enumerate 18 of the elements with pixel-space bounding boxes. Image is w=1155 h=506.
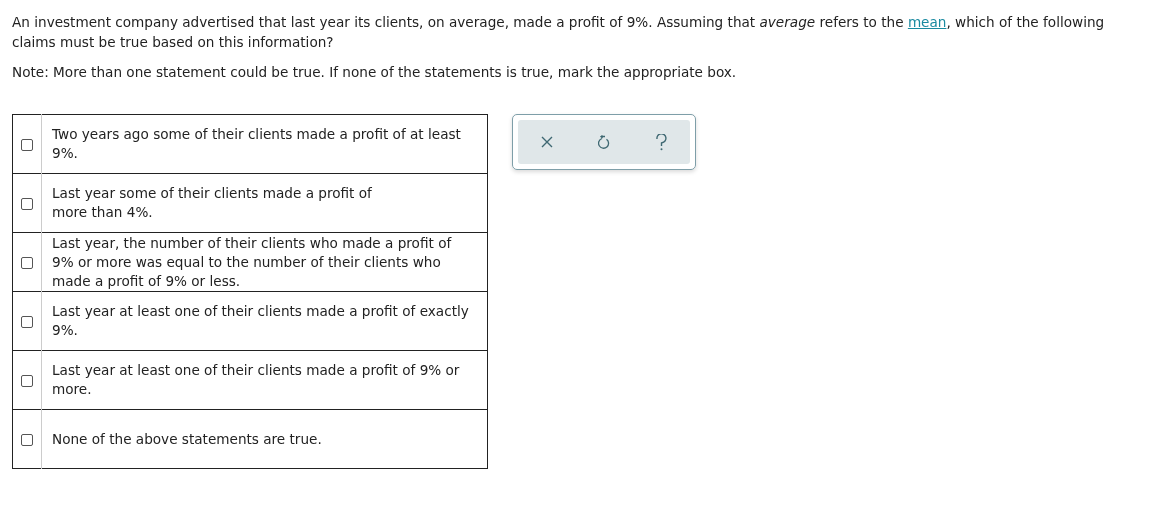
- checkbox[interactable]: [21, 139, 33, 151]
- checkbox[interactable]: [21, 198, 33, 210]
- checkbox[interactable]: [21, 316, 33, 328]
- option-text: Last year some of their clients made a profit of more than 4%.: [52, 185, 372, 220]
- option-text: Last year at least one of their clients made a profit of exactly 9%.: [52, 303, 469, 338]
- question-text: An investment company advertised that last year its clients, on average, made a profit of 9%. Assuming that average refers to the mean, which of the following claims must be true based on this information?: [12, 13, 1106, 52]
- help-icon[interactable]: [656, 133, 668, 151]
- option-text: Two years ago some of their clients made a profit of at least 9%.: [52, 126, 461, 161]
- close-icon[interactable]: [540, 136, 553, 148]
- note-text: Note: More than one statement could be true. If none of the statements is true, mark the appropriate box.: [12, 63, 738, 82]
- option-text: None of the above statements are true.: [52, 430, 322, 447]
- option-text: Last year at least one of their clients made a profit of 9% or more.: [52, 362, 460, 397]
- mean-link[interactable]: mean: [907, 14, 947, 30]
- checkbox[interactable]: [21, 257, 33, 269]
- undo-icon[interactable]: [598, 134, 611, 150]
- checkbox[interactable]: [21, 375, 33, 387]
- checkbox[interactable]: [21, 434, 33, 446]
- option-text: Last year, the number of their clients who made a profit of 9% or more was equal to the number of their clients who made a profit of 9% or less.: [52, 234, 452, 289]
